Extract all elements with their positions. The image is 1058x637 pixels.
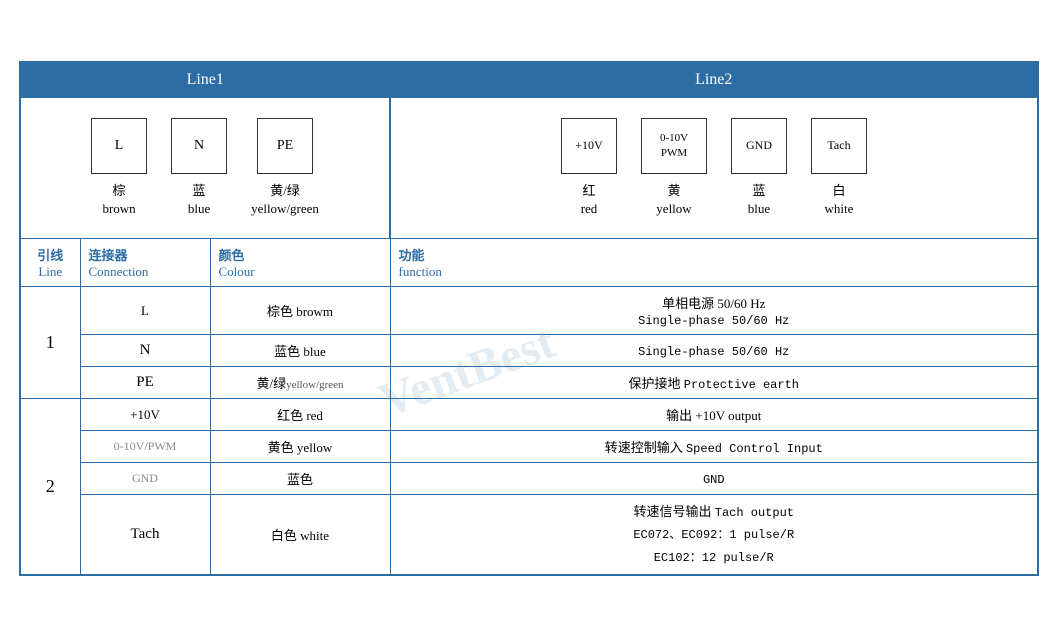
connector-tach-label: 白white [825,182,854,218]
conn-PE: PE [80,367,210,399]
conn-gnd-row: GND [80,463,210,495]
conn-N: N [80,335,210,367]
connector-pwm: 0-10VPWM 黄yellow [641,118,707,218]
connector-L-label: 棕brown [102,182,135,218]
conn-pwm: 0-10V/PWM [80,431,210,463]
connector-pwm-box: 0-10VPWM [641,118,707,174]
connector-N-box: N [171,118,227,174]
connector-PE-box: PE [257,118,313,174]
func-pwm: 转速控制输入 Speed Control Input [390,431,1038,463]
table-row: Tach 白色 white 转速信号输出 Tach output EC072、E… [20,495,1038,576]
table-row: N 蓝色 blue Single-phase 50/60 Hz [20,335,1038,367]
col-colour: 颜色 Colour [210,239,390,287]
connector-tach-box: Tach [811,118,867,174]
conn-tach-row: Tach [80,495,210,576]
func-tach-row: 转速信号输出 Tach output EC072、EC092：1 pulse/R… [390,495,1038,576]
line-number-1: 1 [20,287,80,399]
table-row: 1 L 棕色 browm 单相电源 50/60 HzSingle-phase 5… [20,287,1038,335]
connector-10v-box: +10V [561,118,617,174]
connector-gnd: GND 蓝blue [731,118,787,218]
col-line-zh: 引线 [37,248,63,263]
table-row: PE 黄/绿yellow/green 保护接地 Protective earth [20,367,1038,399]
connector-L-box: L [91,118,147,174]
func-L: 单相电源 50/60 HzSingle-phase 50/60 Hz [390,287,1038,335]
connector-PE-label: 黄/绿yellow/green [251,182,319,218]
line-number-2: 2 [20,399,80,576]
col-line: 引线 Line [20,239,80,287]
col-function: 功能 function [390,239,1038,287]
func-N: Single-phase 50/60 Hz [390,335,1038,367]
connector-tach: Tach 白white [811,118,867,218]
colour-N: 蓝色 blue [210,335,390,367]
col-connection: 连接器 Connection [80,239,210,287]
line2-header: Line2 [390,62,1038,98]
connector-gnd-label: 蓝blue [748,182,770,218]
colour-PE: 黄/绿yellow/green [210,367,390,399]
connector-pwm-label: 黄yellow [656,182,691,218]
colour-gnd-row: 蓝色 [210,463,390,495]
connector-10v-label: 红red [581,182,598,218]
col-colour-en: Colour [219,264,255,279]
table-row: 0-10V/PWM 黄色 yellow 转速控制输入 Speed Control… [20,431,1038,463]
table-row: GND 蓝色 GND [20,463,1038,495]
table-row: 2 +10V 红色 red 输出 +10V output [20,399,1038,431]
connector-N: N 蓝blue [171,118,227,218]
func-gnd-row: GND [390,463,1038,495]
connector-L: L 棕brown [91,118,147,218]
conn-L: L [80,287,210,335]
line2-connectors: +10V 红red 0-10VPWM 黄yellow GND 蓝blue T [407,118,1021,218]
line1-connectors: L 棕brown N 蓝blue PE 黄/绿yellow/green [37,118,373,218]
colour-L: 棕色 browm [210,287,390,335]
func-PE: 保护接地 Protective earth [390,367,1038,399]
col-function-en: function [399,264,442,279]
col-colour-zh: 颜色 [219,248,245,263]
conn-10v: +10V [80,399,210,431]
colour-pwm: 黄色 yellow [210,431,390,463]
connector-PE: PE 黄/绿yellow/green [251,118,319,218]
col-connection-en: Connection [89,264,149,279]
colour-tach-row: 白色 white [210,495,390,576]
colour-10v: 红色 red [210,399,390,431]
connector-10v: +10V 红red [561,118,617,218]
func-10v: 输出 +10V output [390,399,1038,431]
col-line-en: Line [38,264,62,279]
connector-N-label: 蓝blue [188,182,210,218]
connector-gnd-box: GND [731,118,787,174]
line1-header: Line1 [20,62,390,98]
col-function-zh: 功能 [399,248,425,263]
col-connection-zh: 连接器 [89,248,128,263]
